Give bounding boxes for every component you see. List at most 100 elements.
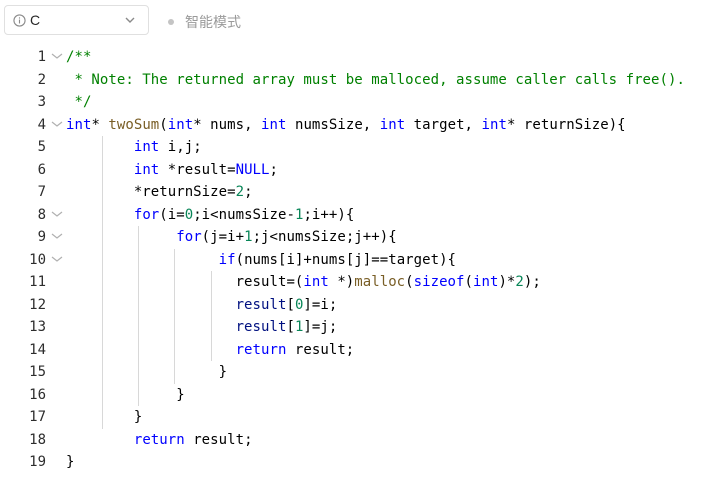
code-token: result: [235, 319, 287, 335]
code-token: *result=: [159, 161, 236, 178]
code-token: ;i++){: [303, 206, 355, 223]
code-text: }: [66, 361, 227, 383]
line-number: 6: [37, 161, 46, 178]
line-number: 9: [37, 229, 46, 245]
code-line[interactable]: 14 return result;: [0, 339, 727, 362]
code-token: ;i<numsSize-: [193, 206, 295, 223]
code-line[interactable]: 7 *returnSize=2;: [0, 181, 727, 204]
code-token: result;: [286, 341, 355, 358]
code-token: int: [133, 139, 160, 155]
line-number: 17: [29, 409, 46, 425]
code-token: int: [66, 116, 92, 133]
code-editor[interactable]: 1 /** 2 * Note: The returned array must be…: [0, 44, 727, 491]
code-line[interactable]: 12 result[0]=i;: [0, 294, 727, 317]
code-text: }: [66, 406, 142, 428]
code-line[interactable]: 3 */: [0, 91, 727, 114]
code-line[interactable]: 17 }: [0, 406, 727, 429]
code-token: int: [261, 116, 287, 133]
line-number: 19: [29, 454, 46, 470]
code-token: 0: [184, 206, 194, 223]
code-token: malloc: [354, 274, 406, 290]
code-text: int* twoSum(int* nums, int numsSize, int…: [66, 114, 626, 136]
code-text: for(j=i+1;j<numsSize;j++){: [66, 226, 397, 248]
code-token: )*: [498, 274, 516, 290]
code-line[interactable]: 4 int* twoSum(int* nums, int numsSize, in…: [0, 114, 727, 137]
code-text: if(nums[i]+nums[j]==target){: [66, 249, 456, 271]
code-token: int: [379, 116, 406, 133]
code-token: [: [286, 296, 295, 313]
code-text: }: [66, 384, 185, 406]
code-token: }: [66, 386, 185, 403]
code-token: if: [218, 251, 236, 268]
code-token: (i=: [159, 206, 185, 223]
code-text: int *result=NULL;: [66, 159, 278, 181]
code-text: *returnSize=2;: [66, 181, 253, 203]
fold-chevron-icon[interactable]: [50, 254, 64, 264]
code-line[interactable]: 18 return result;: [0, 429, 727, 452]
line-number: 3: [37, 94, 46, 110]
code-line[interactable]: 5 int i,j;: [0, 136, 727, 159]
line-number: 2: [37, 71, 46, 88]
line-number: 8: [37, 206, 46, 223]
code-token: [: [286, 319, 295, 335]
code-token: i,j;: [159, 139, 202, 155]
line-number: 13: [29, 319, 46, 335]
code-token: int: [303, 274, 329, 290]
code-token: 2: [235, 184, 245, 200]
line-number: 18: [29, 431, 46, 448]
line-number: 7: [37, 184, 46, 200]
code-line[interactable]: 8 for(i=0;i<numsSize-1;i++){: [0, 204, 727, 227]
code-line[interactable]: 6 int *result=NULL;: [0, 159, 727, 182]
code-text: }: [66, 451, 74, 473]
code-token: (nums[i]+nums[j]==target){: [235, 251, 457, 268]
code-token: }: [66, 454, 75, 470]
language-select[interactable]: C: [4, 5, 149, 35]
code-token: 1: [244, 229, 253, 245]
code-line[interactable]: 2 * Note: The returned array must be mal…: [0, 69, 727, 92]
code-token: * Note: The returned array must be mallo…: [66, 71, 685, 88]
code-text: * Note: The returned array must be mallo…: [66, 69, 685, 91]
line-number: 11: [29, 274, 46, 290]
code-line[interactable]: 1 /**: [0, 46, 727, 69]
code-token: ;: [244, 184, 253, 200]
line-number: 14: [29, 341, 46, 358]
code-token: */: [66, 94, 92, 110]
indent-guide: [138, 226, 139, 406]
code-line[interactable]: 9 for(j=i+1;j<numsSize;j++){: [0, 226, 727, 249]
code-token: * returnSize){: [506, 116, 626, 133]
code-line[interactable]: 16 }: [0, 384, 727, 407]
code-token: (: [159, 116, 168, 133]
code-token: NULL: [235, 161, 270, 178]
fold-chevron-icon[interactable]: [50, 231, 64, 241]
code-text: result[1]=j;: [66, 316, 338, 338]
code-line[interactable]: 10 if(nums[i]+nums[j]==target){: [0, 249, 727, 272]
code-text: /**: [66, 46, 91, 68]
indent-guide: [102, 136, 103, 429]
code-token: ;j<numsSize;j++){: [252, 229, 397, 245]
code-line[interactable]: 13 result[1]=j;: [0, 316, 727, 339]
code-token: (: [464, 274, 473, 290]
code-token: for: [133, 206, 160, 223]
code-token: );: [523, 274, 541, 290]
code-text: */: [66, 91, 91, 113]
line-number: 4: [37, 116, 46, 133]
code-token: }: [66, 409, 143, 425]
code-token: return: [133, 431, 185, 448]
code-line[interactable]: 19}: [0, 451, 727, 474]
code-token: *: [91, 116, 109, 133]
fold-chevron-icon[interactable]: [50, 119, 64, 129]
code-token: 2: [515, 274, 524, 290]
code-line[interactable]: 15 }: [0, 361, 727, 384]
fold-chevron-icon[interactable]: [50, 51, 64, 61]
smart-mode-toggle[interactable]: 智能模式: [168, 12, 241, 32]
code-token: (j=i+: [201, 229, 245, 245]
fold-chevron-icon[interactable]: [50, 209, 64, 219]
code-token: sizeof: [413, 274, 465, 290]
line-number: 1: [37, 49, 46, 65]
chevron-down-icon: [125, 17, 135, 23]
code-line[interactable]: 11 result=(int *)malloc(sizeof(int)*2);: [0, 271, 727, 294]
